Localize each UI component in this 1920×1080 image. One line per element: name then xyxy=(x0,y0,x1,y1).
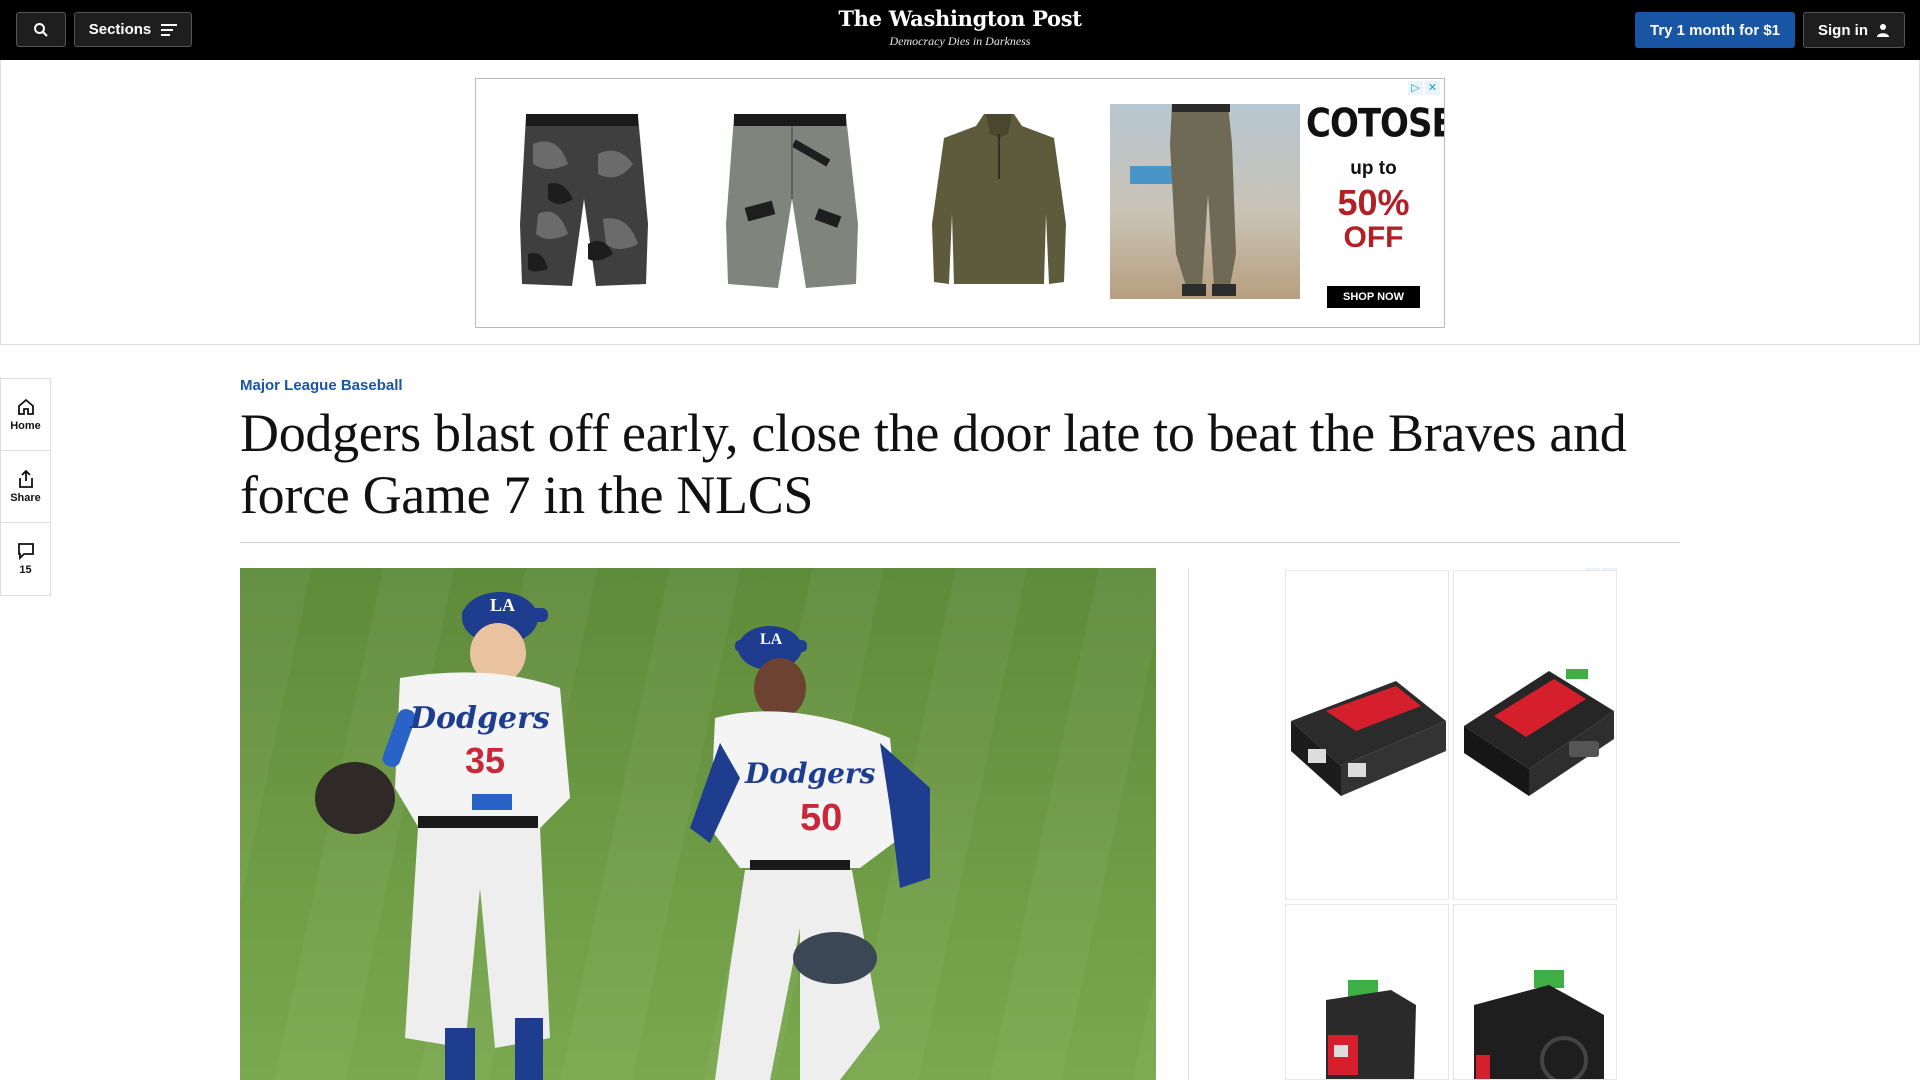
search-button[interactable] xyxy=(16,12,66,47)
hero-photo-illustration: LA Dodgers 35 LA Dodgers 50 xyxy=(240,568,1156,1080)
menu-icon xyxy=(161,23,178,36)
ad-product-camo-shorts[interactable] xyxy=(488,104,678,299)
din-rail-converter-image-1 xyxy=(1326,980,1416,1079)
rail-share-button[interactable]: Share xyxy=(1,451,50,523)
share-icon xyxy=(18,469,33,488)
cap-logo-1: LA xyxy=(490,595,515,615)
ad-product-grey-shorts[interactable] xyxy=(696,104,886,299)
serial-server-image xyxy=(1464,669,1614,796)
jersey-number-1: 35 xyxy=(465,740,505,781)
comment-icon xyxy=(17,543,34,560)
side-ad-product-3[interactable] xyxy=(1285,904,1449,1080)
subscribe-button[interactable]: Try 1 month for $1 xyxy=(1635,12,1795,48)
rail-comments-button[interactable]: 15 xyxy=(1,523,50,595)
rail-home-label: Home xyxy=(10,419,41,432)
rail-comments-count: 15 xyxy=(19,564,32,576)
column-divider xyxy=(1188,568,1189,1080)
article-headline: Dodgers blast off early, close the door … xyxy=(240,403,1627,525)
sections-label: Sections xyxy=(88,21,152,38)
ad-promo-off: OFF xyxy=(1343,221,1404,254)
top-navigation-bar: Sections The Washington Post Democracy D… xyxy=(0,0,1920,60)
jersey-wordmark-2: Dodgers xyxy=(744,757,876,790)
rail-share-label: Share xyxy=(10,491,41,504)
side-ad-product-1[interactable] xyxy=(1285,570,1449,900)
headline-divider xyxy=(240,542,1680,543)
search-icon xyxy=(34,22,48,37)
ad-brand-name: COTOSEN xyxy=(1306,101,1444,147)
home-icon xyxy=(17,398,34,415)
site-logo[interactable]: The Washington Post Democracy Dies in Da… xyxy=(760,6,1160,49)
cap-logo-2: LA xyxy=(760,631,783,648)
user-icon xyxy=(1877,24,1889,37)
rail-home-button[interactable]: Home xyxy=(1,379,50,451)
side-ad-product-4[interactable] xyxy=(1453,904,1617,1080)
sections-button[interactable]: Sections xyxy=(74,12,192,47)
leaderboard-ad[interactable]: ▷ ✕ COTOS up to 50% OFF SHOP NOW xyxy=(475,78,1445,328)
ad-brand-block[interactable]: COTOSEN up to 50% OFF SHOP NOW xyxy=(1306,101,1444,308)
article-share-rail: Home Share 15 xyxy=(0,378,51,596)
sidebar-ad[interactable]: ▷ ✕ xyxy=(1285,568,1619,1080)
sign-in-label: Sign in xyxy=(1818,21,1868,39)
ad-product-fleece-jacket[interactable] xyxy=(904,104,1094,299)
jersey-number-2: 50 xyxy=(800,797,842,839)
ad-choices[interactable]: ▷ ✕ xyxy=(1408,81,1440,95)
adchoices-icon[interactable]: ▷ xyxy=(1408,81,1423,95)
article-kicker[interactable]: Major League Baseball xyxy=(240,377,403,394)
close-icon[interactable]: ✕ xyxy=(1425,81,1440,95)
jersey-wordmark-1: Dodgers xyxy=(409,701,550,736)
ethernet-converter-image-1 xyxy=(1291,681,1446,796)
logo-text: The Washington Post xyxy=(838,6,1082,31)
article-hero-photo[interactable]: LA Dodgers 35 LA Dodgers 50 xyxy=(240,568,1156,1080)
ad-promo-line1: up to xyxy=(1350,158,1397,179)
ad-product-tactical-pants[interactable] xyxy=(1110,104,1300,299)
side-ad-product-2[interactable] xyxy=(1453,570,1617,900)
sign-in-button[interactable]: Sign in xyxy=(1803,12,1905,48)
tagline: Democracy Dies in Darkness xyxy=(889,34,1031,48)
din-rail-converter-image-2 xyxy=(1474,970,1604,1079)
ad-promo-percent: 50% xyxy=(1337,182,1410,223)
ad-shop-now-button[interactable]: SHOP NOW xyxy=(1327,286,1420,308)
